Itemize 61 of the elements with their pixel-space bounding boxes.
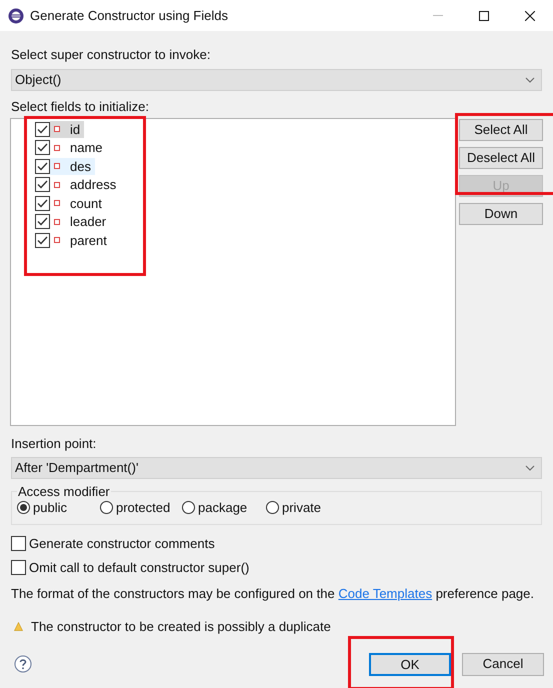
section-label: Insertion point:: [11, 435, 98, 453]
check-icon: [37, 198, 48, 208]
checkbox[interactable]: [35, 140, 50, 156]
field-icon: [54, 163, 60, 170]
code-templates-link[interactable]: Code Templates: [338, 586, 432, 600]
checkbox-label: Omit call to default constructor super(): [29, 559, 250, 577]
section-label: Select super constructor to invoke:: [11, 46, 212, 64]
field-item[interactable]: count: [50, 194, 106, 212]
check-icon: [37, 143, 48, 152]
section-label: Select fields to initialize:: [11, 98, 150, 116]
checkbox[interactable]: [11, 536, 26, 551]
radio-option[interactable]: protected: [100, 498, 182, 518]
field-item[interactable]: parent: [50, 232, 111, 249]
field-icon: [54, 144, 60, 151]
radio-button[interactable]: [17, 501, 30, 514]
check-icon: [37, 162, 48, 171]
info-text: The format of the constructors may be configured on the Code Templates preference page.: [11, 584, 535, 603]
window-title: Generate Constructor using Fields: [30, 6, 228, 25]
dropdown[interactable]: Object(): [11, 68, 542, 90]
checkbox-label: Generate constructor comments: [29, 534, 215, 552]
side-button[interactable]: Down: [459, 203, 543, 225]
field-item[interactable]: name: [50, 139, 107, 156]
field-item[interactable]: leader: [50, 213, 110, 230]
radio-button[interactable]: [182, 501, 195, 514]
dialog-button[interactable]: Cancel: [462, 652, 544, 676]
checkbox[interactable]: [11, 560, 26, 576]
side-button[interactable]: Deselect All: [459, 147, 543, 169]
check-icon: [37, 217, 48, 226]
field-item[interactable]: id: [50, 120, 84, 138]
warning-icon: [14, 622, 23, 632]
checkbox[interactable]: [35, 232, 50, 248]
field-icon: [54, 126, 60, 132]
radio-option[interactable]: private: [266, 498, 350, 518]
field-item[interactable]: des: [50, 158, 95, 175]
checkbox[interactable]: [35, 177, 50, 192]
check-icon: [37, 236, 48, 245]
dropdown[interactable]: After 'Dempartment()': [11, 456, 542, 478]
field-icon: [54, 237, 60, 244]
minimize-icon: [433, 15, 443, 16]
close-icon: [525, 10, 535, 20]
radio-button[interactable]: [266, 501, 279, 514]
warning-text: The constructor to be created is possibly a duplicate: [31, 618, 331, 636]
radio-button[interactable]: [100, 501, 113, 514]
app-icon: [8, 8, 24, 24]
radio-option[interactable]: package: [182, 498, 266, 518]
checkbox[interactable]: [35, 214, 50, 230]
chevron-down-icon: [525, 76, 535, 82]
checkbox[interactable]: [35, 158, 50, 174]
side-button[interactable]: Select All: [459, 119, 543, 141]
checkbox[interactable]: [35, 122, 50, 137]
check-icon: [37, 180, 48, 190]
maximize-icon: [479, 10, 489, 20]
check-icon: [37, 124, 48, 134]
chevron-down-icon: [525, 464, 535, 470]
field-item[interactable]: address: [50, 176, 120, 194]
dialog-button[interactable]: OK: [369, 652, 451, 676]
help-icon: [14, 655, 32, 673]
field-icon: [54, 182, 60, 188]
checkbox[interactable]: [35, 196, 50, 211]
field-icon: [54, 200, 60, 206]
field-icon: [54, 218, 60, 225]
